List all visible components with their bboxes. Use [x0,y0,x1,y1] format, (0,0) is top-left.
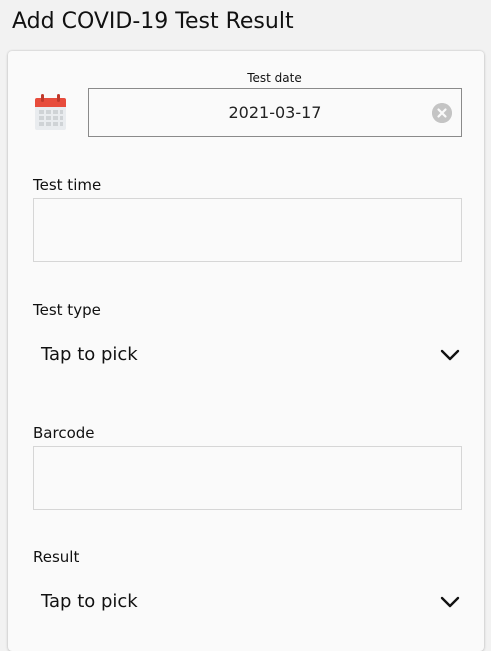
test-type-picker[interactable]: Tap to pick [33,340,460,370]
test-date-field[interactable]: 2021-03-17 [88,88,462,137]
form-card: Test date 2021-03-17 Test time Test type… [8,51,484,651]
test-date-value: 2021-03-17 [228,103,322,122]
test-type-value: Tap to pick [41,344,138,365]
test-time-label: Test time [33,176,102,194]
test-date-label: Test date [247,71,302,85]
barcode-label: Barcode [33,424,95,442]
result-value: Tap to pick [41,591,138,612]
page-title: Add COVID-19 Test Result [12,9,294,34]
result-label: Result [33,548,80,566]
test-time-input[interactable] [33,198,462,262]
clear-icon[interactable] [432,103,452,123]
barcode-input[interactable] [33,446,462,510]
calendar-icon[interactable] [35,94,66,130]
chevron-down-icon[interactable] [440,594,460,610]
test-type-label: Test type [33,301,101,319]
chevron-down-icon[interactable] [440,347,460,363]
result-picker[interactable]: Tap to pick [33,587,460,617]
